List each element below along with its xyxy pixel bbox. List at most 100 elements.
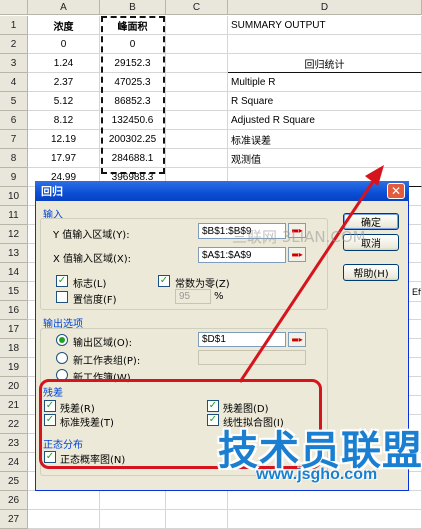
sheet-cell[interactable]: 1.24 [28, 54, 100, 73]
new-workbook-radio[interactable] [56, 369, 68, 381]
sheet-cell[interactable]: 86852.3 [100, 92, 166, 111]
row-header[interactable]: 26 [0, 491, 28, 510]
confidence-checkbox[interactable] [56, 291, 68, 303]
sheet-cell[interactable] [166, 92, 228, 111]
sheet-cell[interactable] [166, 510, 228, 529]
sheet-cell[interactable]: 200302.25 [100, 130, 166, 149]
sheet-cell[interactable]: R Square [228, 92, 422, 111]
dialog-title-bar[interactable]: 回归 [35, 181, 409, 201]
row-header[interactable]: 3 [0, 54, 28, 73]
sheet-cell[interactable] [166, 73, 228, 92]
sheet-cell[interactable]: 标准误差 [228, 130, 422, 149]
sheet-cell[interactable]: 5.12 [28, 92, 100, 111]
sheet-cell[interactable] [166, 16, 228, 35]
row-header[interactable]: 14 [0, 263, 28, 282]
row-header[interactable]: 11 [0, 206, 28, 225]
sheet-cell[interactable] [100, 510, 166, 529]
sheet-cell[interactable]: 284688.1 [100, 149, 166, 168]
sheet-cell[interactable] [166, 54, 228, 73]
row-header[interactable]: 12 [0, 225, 28, 244]
column-header-d[interactable]: D [228, 0, 422, 15]
sheet-cell[interactable] [228, 491, 422, 510]
sheet-cell[interactable]: 浓度 [28, 16, 100, 35]
normal-probability-checkbox[interactable]: ✓ [44, 451, 56, 463]
sheet-cell[interactable] [228, 35, 422, 54]
y-range-label: Y 值输入区域(Y): [53, 230, 130, 241]
output-range-picker-button[interactable]: ▬▸ [288, 332, 306, 347]
help-button[interactable]: 帮助(H) [343, 264, 399, 281]
new-sheet-radio[interactable] [56, 352, 68, 364]
residuals-checkbox[interactable]: ✓ [44, 400, 56, 412]
constant-zero-checkbox[interactable]: ✓ [158, 275, 170, 287]
close-icon: ✕ [390, 184, 402, 198]
new-sheet-name-input[interactable] [198, 350, 306, 365]
sheet-cell[interactable]: 观测值 [228, 149, 422, 168]
check-icon: ✓ [159, 275, 169, 286]
row-header[interactable]: 18 [0, 339, 28, 358]
output-range-input[interactable]: $D$1 [198, 332, 286, 347]
row-header[interactable]: 5 [0, 92, 28, 111]
sheet-cell[interactable] [166, 149, 228, 168]
row-header[interactable]: 8 [0, 149, 28, 168]
row-header[interactable]: 19 [0, 358, 28, 377]
sheet-cell[interactable]: 17.97 [28, 149, 100, 168]
labels-checkbox[interactable]: ✓ [56, 275, 68, 287]
row-header[interactable]: 17 [0, 320, 28, 339]
row-header[interactable]: 15 [0, 282, 28, 301]
watermark-url: www.jsgho.com [256, 466, 378, 483]
sheet-cell[interactable] [166, 111, 228, 130]
row-header[interactable]: 7 [0, 130, 28, 149]
sheet-cell[interactable]: 0 [28, 35, 100, 54]
row-header[interactable]: 6 [0, 111, 28, 130]
row-header[interactable]: 25 [0, 472, 28, 491]
output-range-label: 输出区域(O): [73, 338, 133, 349]
sheet-cell[interactable]: 132450.6 [100, 111, 166, 130]
row-header[interactable]: 22 [0, 415, 28, 434]
sheet-cell[interactable]: 47025.3 [100, 73, 166, 92]
row-header[interactable]: 20 [0, 377, 28, 396]
sheet-cell[interactable]: 2.37 [28, 73, 100, 92]
sheet-cell[interactable]: Adjusted R Square [228, 111, 422, 130]
sheet-cell[interactable]: Multiple R [228, 73, 422, 92]
row-header[interactable]: 2 [0, 35, 28, 54]
row-header[interactable]: 9 [0, 168, 28, 187]
standard-residuals-checkbox[interactable]: ✓ [44, 414, 56, 426]
cell-fragment-r16[interactable]: Eff [409, 283, 422, 302]
row-header[interactable]: 16 [0, 301, 28, 320]
sheet-cell[interactable]: 8.12 [28, 111, 100, 130]
column-header-a[interactable]: A [28, 0, 100, 15]
row-header[interactable]: 24 [0, 453, 28, 472]
sheet-cell[interactable] [28, 491, 100, 510]
sheet-cell[interactable] [166, 35, 228, 54]
row-header[interactable]: 27 [0, 510, 28, 529]
sheet-cell[interactable] [166, 130, 228, 149]
sheet-cell[interactable]: 12.19 [28, 130, 100, 149]
sheet-cell[interactable]: 峰面积 [100, 16, 166, 35]
row-header[interactable]: 10 [0, 187, 28, 206]
row-header[interactable]: 23 [0, 434, 28, 453]
select-all-corner[interactable] [0, 0, 28, 15]
residuals-section-title: 残差 [43, 388, 63, 399]
sheet-cell[interactable] [100, 491, 166, 510]
confidence-value-input[interactable]: 95 [175, 289, 211, 304]
row-header[interactable]: 13 [0, 244, 28, 263]
column-header-c[interactable]: C [166, 0, 228, 15]
sheet-cell[interactable]: 0 [100, 35, 166, 54]
row-header[interactable]: 1 [0, 16, 28, 35]
residual-plots-checkbox[interactable]: ✓ [207, 400, 219, 412]
watermark-3lian: 三联网 3LIAN.COM [232, 228, 366, 246]
sheet-cell[interactable]: 29152.3 [100, 54, 166, 73]
x-range-picker-button[interactable]: ▬▸ [288, 247, 306, 262]
sheet-cell[interactable] [228, 510, 422, 529]
sheet-cell[interactable]: SUMMARY OUTPUT [228, 16, 422, 35]
output-range-radio[interactable] [56, 334, 68, 346]
sheet-cell[interactable] [28, 510, 100, 529]
cell-d3-regression-stats[interactable]: 回归统计 [228, 54, 422, 73]
row-header[interactable]: 4 [0, 73, 28, 92]
row-header[interactable]: 21 [0, 396, 28, 415]
close-button[interactable]: ✕ [387, 183, 405, 199]
residual-plots-label: 残差图(D) [223, 404, 269, 415]
x-range-input[interactable]: $A$1:$A$9 [198, 247, 286, 263]
sheet-cell[interactable] [166, 491, 228, 510]
column-header-b[interactable]: B [100, 0, 166, 15]
